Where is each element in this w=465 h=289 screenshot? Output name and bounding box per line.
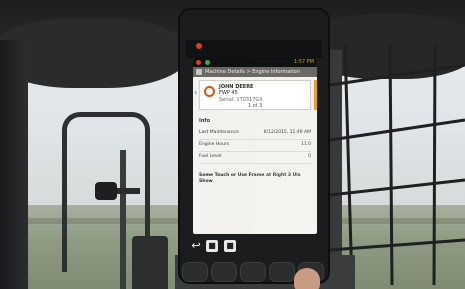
hardware-button[interactable] [211, 262, 237, 282]
mount-knob [95, 182, 117, 200]
brand-logo-icon [204, 86, 215, 97]
menu-icon[interactable] [196, 69, 202, 75]
row-key: Last Maintenance [199, 130, 239, 135]
device-top-bezel [186, 40, 322, 58]
alert-icon [196, 60, 201, 65]
row-key: Engine Hours [199, 142, 230, 147]
cab-interior-photo: 1:57 PM Machine Details > Engine Informa… [0, 0, 465, 289]
hardware-button[interactable] [182, 262, 208, 282]
connection-icon [205, 60, 210, 65]
hardware-button[interactable] [240, 262, 266, 282]
cab-left-pillar [0, 40, 28, 289]
operator-finger [294, 268, 320, 289]
status-led-icon [196, 43, 202, 49]
cab-roof-curve-left [0, 18, 190, 88]
row-key: Fuel Level [199, 154, 222, 159]
window-cage-grid [330, 45, 465, 285]
previous-arrow-icon[interactable]: ‹ [194, 88, 197, 97]
softkey-a-icon[interactable]: ■ [206, 240, 218, 252]
softkey-bar: ↩ ■ ■ [190, 240, 330, 256]
info-heading: Info [199, 118, 211, 124]
device-screen: 1:57 PM Machine Details > Engine Informa… [193, 58, 317, 234]
softkey-b-icon[interactable]: ■ [224, 240, 236, 252]
hardware-button[interactable] [269, 262, 295, 282]
screen-glare [253, 58, 317, 234]
card-line-2: FWP 45 [219, 90, 238, 96]
back-icon[interactable]: ↩ [190, 240, 202, 252]
seat-post [132, 236, 168, 289]
